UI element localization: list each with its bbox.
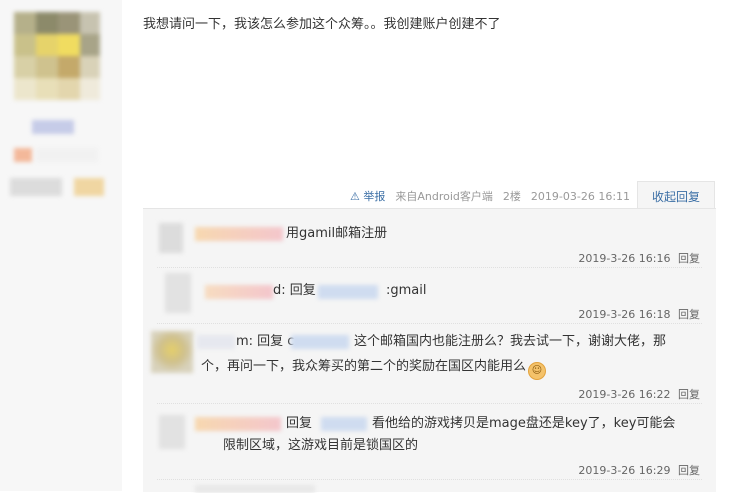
- reply-meta: 2019-3-26 16:18 回复: [578, 306, 700, 322]
- report-link[interactable]: ⚠ 举报: [350, 188, 385, 204]
- reply-text-continued: 限制区域，这游戏目前是锁国区的: [223, 438, 419, 453]
- post-floor: 2楼: [502, 190, 521, 203]
- author-name[interactable]: [32, 120, 74, 134]
- author-level-text: [36, 148, 98, 162]
- reply-text: 用gamil邮箱注册: [286, 226, 388, 241]
- reply-item: 回复 看他给的游戏拷贝是mage盘还是key了，key可能会 限制区域，这游戏目…: [143, 403, 716, 479]
- post-content: 我想请问一下，我该怎么参加这个众筹。。我创建账户创建不了: [143, 17, 501, 32]
- reply-username[interactable]: [195, 417, 281, 431]
- reply-item: 用gamil邮箱注册 2019-3-26 16:16 回复: [143, 209, 716, 269]
- next-reply-partial: [195, 485, 315, 493]
- reply-prefix: 回复: [286, 416, 313, 431]
- reply-time: 2019-3-26 16:16: [578, 252, 671, 265]
- reply-prefix: m: 回复 c: [236, 334, 295, 349]
- reply-button[interactable]: 回复: [678, 308, 700, 321]
- reply-avatar[interactable]: [159, 223, 183, 253]
- reply-divider: [157, 479, 702, 480]
- reply-button[interactable]: 回复: [678, 464, 700, 477]
- reply-button[interactable]: 回复: [678, 252, 700, 265]
- post-meta: ⚠ 举报 来自Android客户端 2楼 2019-03-26 16:11: [350, 188, 630, 204]
- reply-item: m: 回复 c 这个邮箱国内也能注册么？我去试一下，谢谢大佬，那 个，再问一下，…: [143, 323, 716, 403]
- reply-avatar[interactable]: [159, 415, 185, 449]
- reply-meta: 2019-3-26 16:16 回复: [578, 250, 700, 266]
- author-sidebar: [0, 0, 122, 491]
- report-label: 举报: [363, 190, 386, 203]
- post-source: 来自Android客户端: [395, 190, 493, 203]
- reply-username[interactable]: [205, 285, 273, 299]
- reply-text: 这个邮箱国内也能注册么？我去试一下，谢谢大佬，那: [354, 334, 667, 349]
- reply-meta: 2019-3-26 16:22 回复: [578, 386, 700, 402]
- reply-list: 用gamil邮箱注册 2019-3-26 16:16 回复 d: 回复 :gma…: [143, 208, 716, 493]
- reply-meta: 2019-3-26 16:29 回复: [578, 462, 700, 478]
- reply-text-continued: 个，再问一下，我众筹买的第二个的奖励在国区内能用么: [201, 359, 527, 374]
- author-level-badge: [14, 148, 32, 162]
- author-badge-2: [74, 178, 104, 196]
- reply-text-line2: 个，再问一下，我众筹买的第二个的奖励在国区内能用么 ☺: [201, 356, 547, 380]
- reply-button[interactable]: 回复: [678, 388, 700, 401]
- reply-avatar[interactable]: [165, 273, 191, 313]
- author-avatar[interactable]: [14, 12, 100, 102]
- reply-time: 2019-3-26 16:22: [578, 388, 671, 401]
- reply-time: 2019-3-26 16:29: [578, 464, 671, 477]
- mentioned-user[interactable]: [291, 335, 349, 349]
- reply-item: d: 回复 :gmail 2019-3-26 16:18 回复: [143, 267, 716, 323]
- smile-emoji-icon: ☺: [528, 362, 547, 380]
- mentioned-user[interactable]: [321, 417, 367, 431]
- reply-text: 看他给的游戏拷贝是mage盘还是key了，key可能会: [372, 416, 676, 431]
- reply-text: :gmail: [386, 283, 427, 298]
- warning-icon: ⚠: [350, 190, 360, 203]
- author-badge-1: [10, 178, 62, 196]
- reply-avatar[interactable]: [151, 331, 193, 373]
- reply-time: 2019-3-26 16:18: [578, 308, 671, 321]
- reply-username[interactable]: [195, 227, 283, 241]
- collapse-replies-button[interactable]: 收起回复: [637, 181, 715, 210]
- reply-prefix: d: 回复: [273, 283, 316, 298]
- post-timestamp: 2019-03-26 16:11: [530, 189, 631, 203]
- mentioned-user[interactable]: [318, 285, 378, 299]
- reply-username[interactable]: [197, 335, 235, 349]
